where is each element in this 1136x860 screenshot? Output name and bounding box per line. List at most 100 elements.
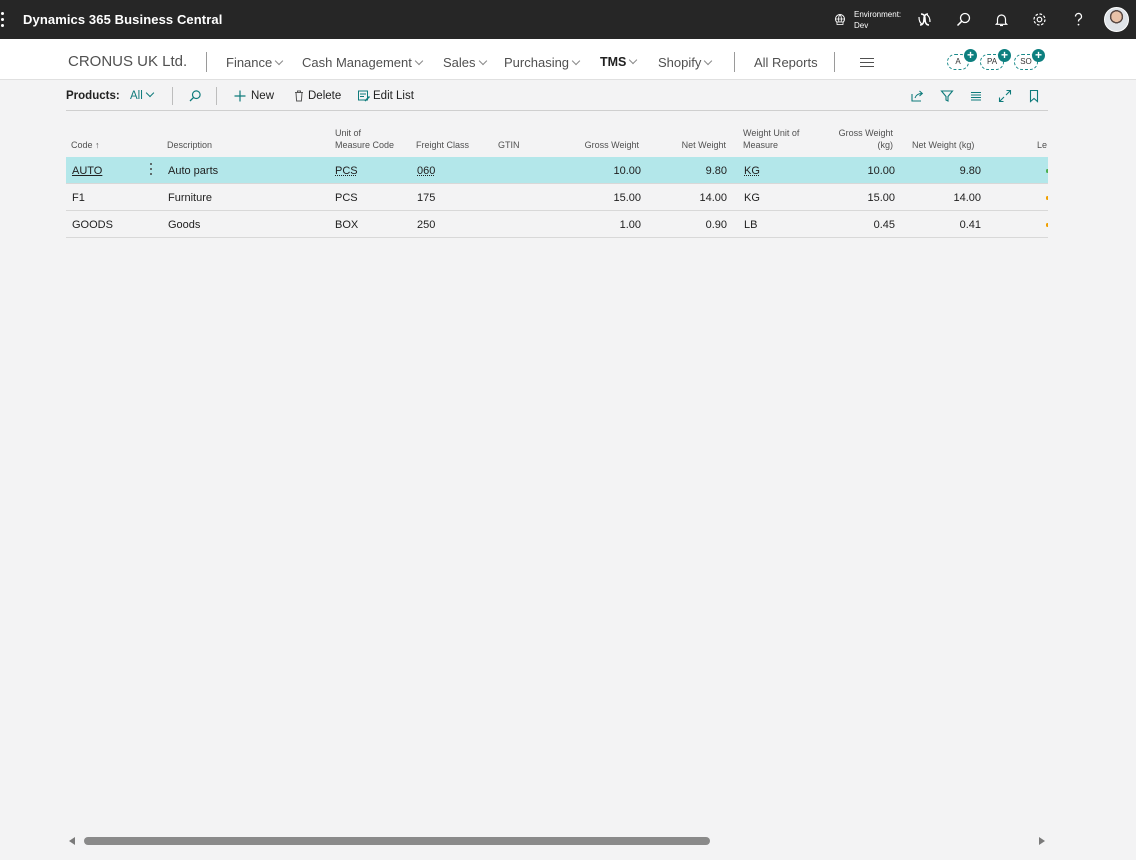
- header-label-line: Unit of: [335, 128, 362, 138]
- environment-value: Dev: [854, 21, 869, 30]
- nav-divider: [834, 52, 835, 72]
- status-indicator: [1046, 223, 1048, 227]
- table-header: Code ↑ Description Unit of Measure Code F…: [66, 120, 1048, 156]
- delete-button-label: Delete: [308, 90, 342, 102]
- header-label-line: Measure: [743, 140, 779, 150]
- company-name[interactable]: CRONUS UK Ltd.: [68, 53, 187, 70]
- row-actions-ellipsis-icon[interactable]: [150, 163, 153, 176]
- share-icon[interactable]: [910, 89, 924, 103]
- bookmark-icon[interactable]: [1027, 89, 1041, 103]
- nav-menu-tms[interactable]: TMS: [600, 55, 638, 69]
- cell-freight-class[interactable]: 060: [417, 165, 435, 177]
- cell-net-weight[interactable]: 14.00: [699, 192, 727, 204]
- nav-menu-shopify[interactable]: Shopify: [658, 55, 713, 70]
- header-label-line: Weight Unit of: [743, 128, 800, 138]
- scroll-right-arrow-icon[interactable]: [1039, 837, 1045, 845]
- filter-icon[interactable]: [940, 89, 954, 103]
- nav-menu-label: Purchasing: [504, 55, 570, 70]
- nav-all-reports[interactable]: All Reports: [754, 55, 818, 70]
- nav-divider: [206, 52, 207, 72]
- add-plus-icon[interactable]: +: [964, 49, 977, 62]
- cell-gross-weight-kg[interactable]: 0.45: [874, 219, 895, 231]
- column-header-description[interactable]: Description: [167, 139, 212, 151]
- cell-gross-weight-kg[interactable]: 10.00: [867, 165, 895, 177]
- cell-freight-class[interactable]: 250: [417, 219, 435, 231]
- help-icon[interactable]: [1070, 11, 1087, 28]
- navigation-bar: CRONUS UK Ltd. Finance Cash Management S…: [0, 39, 1136, 80]
- column-header-gross-weight-kg[interactable]: Gross Weight (kg): [839, 127, 893, 151]
- user-avatar[interactable]: [1104, 7, 1129, 32]
- column-header-gross-weight[interactable]: Gross Weight: [585, 139, 639, 151]
- list-view-icon[interactable]: [969, 89, 983, 103]
- copilot-icon[interactable]: [916, 11, 933, 28]
- chevron-down-icon: [145, 88, 155, 98]
- cell-net-weight[interactable]: 9.80: [706, 165, 727, 177]
- cell-code[interactable]: F1: [72, 192, 85, 204]
- header-label-line: Gross Weight: [838, 128, 893, 138]
- cell-uom-code[interactable]: PCS: [335, 165, 358, 177]
- edit-list-icon: [358, 90, 371, 102]
- status-indicator: [1046, 196, 1048, 200]
- search-icon[interactable]: [955, 11, 972, 28]
- horizontal-scrollbar[interactable]: [66, 834, 1048, 848]
- column-header-unit-of-measure-code[interactable]: Unit of Measure Code: [335, 127, 394, 151]
- header-label-line: Measure Code: [335, 140, 395, 150]
- table-row[interactable]: AUTO Auto parts PCS 060 10.00 9.80 KG 10…: [66, 157, 1048, 184]
- scroll-left-arrow-icon[interactable]: [69, 837, 75, 845]
- cell-gross-weight-kg[interactable]: 15.00: [867, 192, 895, 204]
- environment-icon: [835, 14, 845, 25]
- column-header-net-weight[interactable]: Net Weight: [682, 139, 726, 151]
- column-header-truncated[interactable]: Le: [1037, 139, 1048, 151]
- action-divider: [216, 87, 217, 105]
- cell-net-weight-kg[interactable]: 14.00: [953, 192, 981, 204]
- cell-freight-class[interactable]: 175: [417, 192, 435, 204]
- cell-code[interactable]: GOODS: [72, 219, 113, 231]
- nav-menu-label: Cash Management: [302, 55, 412, 70]
- chevron-down-icon: [629, 55, 638, 65]
- hamburger-menu-icon[interactable]: [860, 58, 874, 70]
- add-plus-icon[interactable]: +: [1032, 49, 1045, 62]
- nav-menu-finance[interactable]: Finance: [226, 55, 284, 70]
- nav-menu-cash-management[interactable]: Cash Management: [302, 55, 424, 70]
- notifications-bell-icon[interactable]: [993, 11, 1010, 28]
- top-bar: Dynamics 365 Business Central Environmen…: [0, 0, 1136, 39]
- cell-gross-weight[interactable]: 1.00: [620, 219, 641, 231]
- table-row[interactable]: F1 Furniture PCS 175 15.00 14.00 KG 15.0…: [66, 184, 1048, 211]
- cell-description[interactable]: Furniture: [168, 192, 212, 204]
- plus-icon: [234, 90, 246, 102]
- view-filter-label: All: [130, 90, 143, 102]
- cell-gross-weight[interactable]: 10.00: [613, 165, 641, 177]
- settings-gear-icon[interactable]: [1031, 11, 1048, 28]
- cell-uom-code[interactable]: PCS: [335, 192, 358, 204]
- view-filter-dropdown[interactable]: All: [130, 88, 155, 102]
- cell-weight-uom[interactable]: KG: [744, 192, 760, 204]
- column-header-weight-unit-of-measure[interactable]: Weight Unit of Measure: [743, 127, 799, 151]
- column-header-code[interactable]: Code ↑: [71, 139, 100, 151]
- chevron-down-icon: [414, 56, 424, 66]
- cell-description[interactable]: Goods: [168, 219, 200, 231]
- cell-weight-uom[interactable]: KG: [744, 165, 760, 177]
- cell-net-weight-kg[interactable]: 0.41: [960, 219, 981, 231]
- cell-weight-uom[interactable]: LB: [744, 219, 757, 231]
- nav-menu-purchasing[interactable]: Purchasing: [504, 55, 581, 70]
- environment-indicator: Environment: Dev: [854, 9, 901, 31]
- cell-net-weight-kg[interactable]: 9.80: [960, 165, 981, 177]
- cell-code[interactable]: AUTO: [72, 165, 102, 177]
- nav-menu-sales[interactable]: Sales: [443, 55, 487, 70]
- cell-gross-weight[interactable]: 15.00: [613, 192, 641, 204]
- expand-icon[interactable]: [998, 89, 1012, 103]
- table-row[interactable]: GOODS Goods BOX 250 1.00 0.90 LB 0.45 0.…: [66, 211, 1048, 238]
- app-title[interactable]: Dynamics 365 Business Central: [23, 12, 222, 27]
- column-header-net-weight-kg[interactable]: Net Weight (kg): [912, 139, 974, 151]
- column-header-freight-class[interactable]: Freight Class: [416, 139, 469, 151]
- nav-menu-label: TMS: [600, 55, 627, 69]
- search-icon[interactable]: [188, 89, 202, 103]
- chevron-down-icon: [571, 56, 581, 66]
- cell-description[interactable]: Auto parts: [168, 165, 218, 177]
- column-header-gtin[interactable]: GTIN: [498, 139, 520, 151]
- scrollbar-thumb[interactable]: [84, 837, 710, 845]
- cell-uom-code[interactable]: BOX: [335, 219, 358, 231]
- app-launcher-icon[interactable]: [0, 12, 6, 28]
- cell-net-weight[interactable]: 0.90: [706, 219, 727, 231]
- add-plus-icon[interactable]: +: [998, 49, 1011, 62]
